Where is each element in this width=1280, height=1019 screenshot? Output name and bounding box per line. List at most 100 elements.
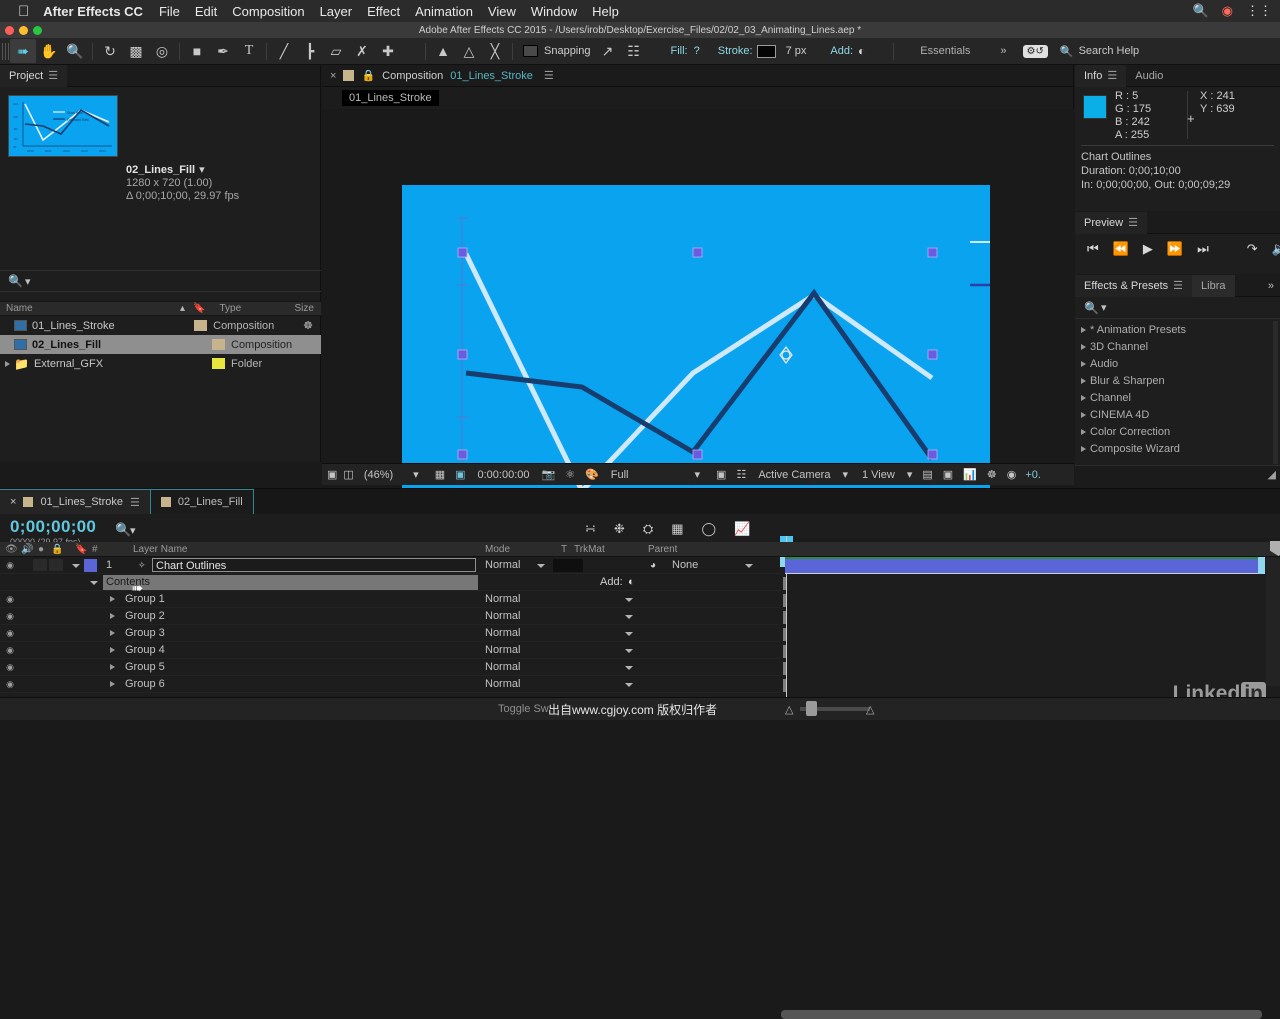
effects-panel-menu-icon[interactable]: ☰: [1173, 279, 1183, 292]
camera-view-value[interactable]: Active Camera: [758, 469, 830, 481]
close-tab-icon[interactable]: ×: [330, 70, 336, 82]
contents-disclosure-triangle-icon[interactable]: [90, 581, 98, 585]
preview-panel-menu-icon[interactable]: ☰: [1128, 216, 1138, 229]
camera-view-dropdown-icon[interactable]: ▾: [842, 468, 848, 481]
channel-icon[interactable]: 🎨: [585, 468, 599, 481]
tab-02-lines-fill[interactable]: 02_Lines_Fill: [149, 489, 254, 514]
project-panel-menu-icon[interactable]: ☰: [48, 69, 58, 82]
comp-flowchart-icon[interactable]: ☸: [303, 319, 313, 332]
mode-dropdown-icon[interactable]: [625, 632, 633, 636]
mode-dropdown-icon[interactable]: [625, 615, 633, 619]
snap-align-icon[interactable]: ↗: [595, 39, 621, 63]
layer-visibility-icon[interactable]: ◉: [5, 560, 15, 571]
graph-editor-icon[interactable]: 📈: [734, 521, 750, 537]
breadcrumb-item[interactable]: 01_Lines_Stroke: [342, 90, 439, 106]
disclosure-triangle-icon[interactable]: [1081, 411, 1086, 418]
stroke-label[interactable]: Stroke:: [718, 45, 753, 57]
add-property-label[interactable]: Add:: [600, 576, 623, 588]
frame-blending-icon[interactable]: ▦: [671, 521, 683, 537]
col-audio-icon[interactable]: 🔊: [21, 544, 33, 555]
comp-flowchart-icon[interactable]: ☸: [987, 468, 997, 481]
search-dropdown-icon[interactable]: ▾: [1101, 301, 1107, 314]
zoom-in-timeline-icon[interactable]: △: [866, 703, 874, 716]
group-visibility-icon[interactable]: ◉: [5, 662, 15, 673]
rotation-tool-icon[interactable]: ↻: [97, 39, 123, 63]
menu-item-edit[interactable]: Edit: [195, 4, 217, 19]
column-size[interactable]: Size: [288, 303, 313, 314]
play-icon[interactable]: ▶: [1143, 241, 1153, 257]
current-time-display[interactable]: 0:00:00:00: [478, 469, 530, 481]
effects-row-blur-sharpen[interactable]: Blur & Sharpen: [1075, 372, 1273, 389]
project-search-field[interactable]: 🔍 ▾: [0, 270, 321, 292]
group-visibility-icon[interactable]: ◉: [5, 679, 15, 690]
resize-grip-icon[interactable]: ◢: [1268, 468, 1276, 481]
label-swatch[interactable]: [194, 320, 208, 331]
menu-item-composition[interactable]: Composition: [232, 4, 304, 19]
zoom-out-timeline-icon[interactable]: △: [785, 703, 793, 716]
disclosure-triangle-icon[interactable]: [1081, 428, 1086, 435]
pan-behind-tool-icon[interactable]: ◎: [149, 39, 175, 63]
track-matte-swatch[interactable]: [553, 558, 583, 572]
project-row-01-lines-stroke[interactable]: 01_Lines_Stroke Composition ☸: [0, 316, 321, 335]
resolution-dropdown-icon[interactable]: ▾: [695, 468, 701, 481]
col-layer-name[interactable]: Layer Name: [133, 544, 187, 555]
column-type[interactable]: Type: [213, 303, 288, 314]
effects-row-color-correction[interactable]: Color Correction: [1075, 423, 1273, 440]
next-frame-icon[interactable]: ⏩: [1167, 241, 1183, 257]
transparency-grid-icon[interactable]: ☷: [736, 468, 746, 481]
composition-panel-menu-icon[interactable]: ☰: [544, 69, 554, 82]
effects-search-field[interactable]: 🔍 ▾: [1075, 297, 1280, 319]
magnification-dropdown-icon[interactable]: ▾: [413, 468, 419, 481]
layer-label-color[interactable]: [84, 558, 97, 572]
mode-dropdown-icon[interactable]: [625, 683, 633, 687]
label-column-icon[interactable]: 🔖: [193, 303, 205, 314]
timeline-zoom-thumb[interactable]: [806, 701, 817, 716]
group-disclosure-triangle-icon[interactable]: [110, 613, 115, 619]
sort-asc-icon[interactable]: ▴: [180, 303, 185, 314]
layer-name-input[interactable]: Chart Outlines: [152, 558, 476, 572]
col-trkmat[interactable]: TrkMat: [574, 544, 605, 555]
tab-info[interactable]: Info ☰: [1075, 64, 1127, 87]
timeline-property-row-contents[interactable]: Contents Add: ◐ ➠: [0, 574, 780, 597]
disclosure-triangle-icon[interactable]: [1081, 343, 1086, 350]
grid-guides-icon[interactable]: ▦: [435, 468, 445, 481]
layer-mode-value[interactable]: Normal: [485, 559, 520, 571]
workspace-selector[interactable]: Essentials: [920, 45, 970, 57]
layer-audio-cell[interactable]: [33, 559, 47, 571]
first-frame-icon[interactable]: ⏮: [1087, 241, 1099, 257]
toolbar-grip[interactable]: [2, 42, 10, 60]
col-label-icon[interactable]: 🔖: [75, 544, 87, 555]
col-lock-icon[interactable]: 🔒: [51, 544, 63, 555]
disclosure-triangle-icon[interactable]: [1081, 360, 1086, 367]
effects-row-audio[interactable]: Audio: [1075, 355, 1273, 372]
column-name[interactable]: Name: [0, 303, 180, 314]
tab-project[interactable]: Project ☰: [0, 64, 68, 87]
layer-solo-cell[interactable]: [49, 559, 63, 571]
timeline-search-icon[interactable]: 🔍: [115, 522, 131, 538]
menu-item-layer[interactable]: Layer: [320, 4, 353, 19]
magnification-ratio[interactable]: (46%): [364, 469, 393, 481]
info-panel-menu-icon[interactable]: ☰: [1107, 69, 1117, 82]
label-swatch[interactable]: [212, 358, 225, 369]
panel-overflow-chevron-icon[interactable]: »: [1268, 280, 1274, 292]
tab-preview[interactable]: Preview ☰: [1075, 211, 1147, 234]
snapshot-icon[interactable]: 📷: [542, 468, 556, 481]
group-visibility-icon[interactable]: ◉: [5, 628, 15, 639]
group-mode-value[interactable]: Normal: [485, 661, 520, 673]
control-center-icon[interactable]: ◉: [1222, 3, 1233, 19]
col-index[interactable]: #: [92, 544, 98, 555]
composition-name-label[interactable]: 01_Lines_Stroke: [450, 70, 533, 82]
exposure-value[interactable]: +0.: [1025, 469, 1041, 481]
eraser-tool-icon[interactable]: ▱: [323, 39, 349, 63]
toggle-switches-modes-button[interactable]: Toggle Sw: [498, 703, 549, 715]
timeline-vertical-scrollbar[interactable]: [1266, 557, 1280, 686]
layer-bar-end-handle[interactable]: [1258, 557, 1265, 574]
group-mode-value[interactable]: Normal: [485, 644, 520, 656]
parent-pickwhip-icon[interactable]: ◕: [650, 560, 656, 571]
mode-dropdown-icon[interactable]: [537, 564, 545, 568]
add-label[interactable]: Add:: [830, 45, 853, 57]
timeline-panel-menu-icon[interactable]: ☰: [130, 496, 140, 509]
stroke-width-value[interactable]: 7 px: [786, 45, 807, 57]
disclosure-triangle-icon[interactable]: [1081, 394, 1086, 401]
anchor-point-icon[interactable]: ▲: [430, 39, 456, 63]
